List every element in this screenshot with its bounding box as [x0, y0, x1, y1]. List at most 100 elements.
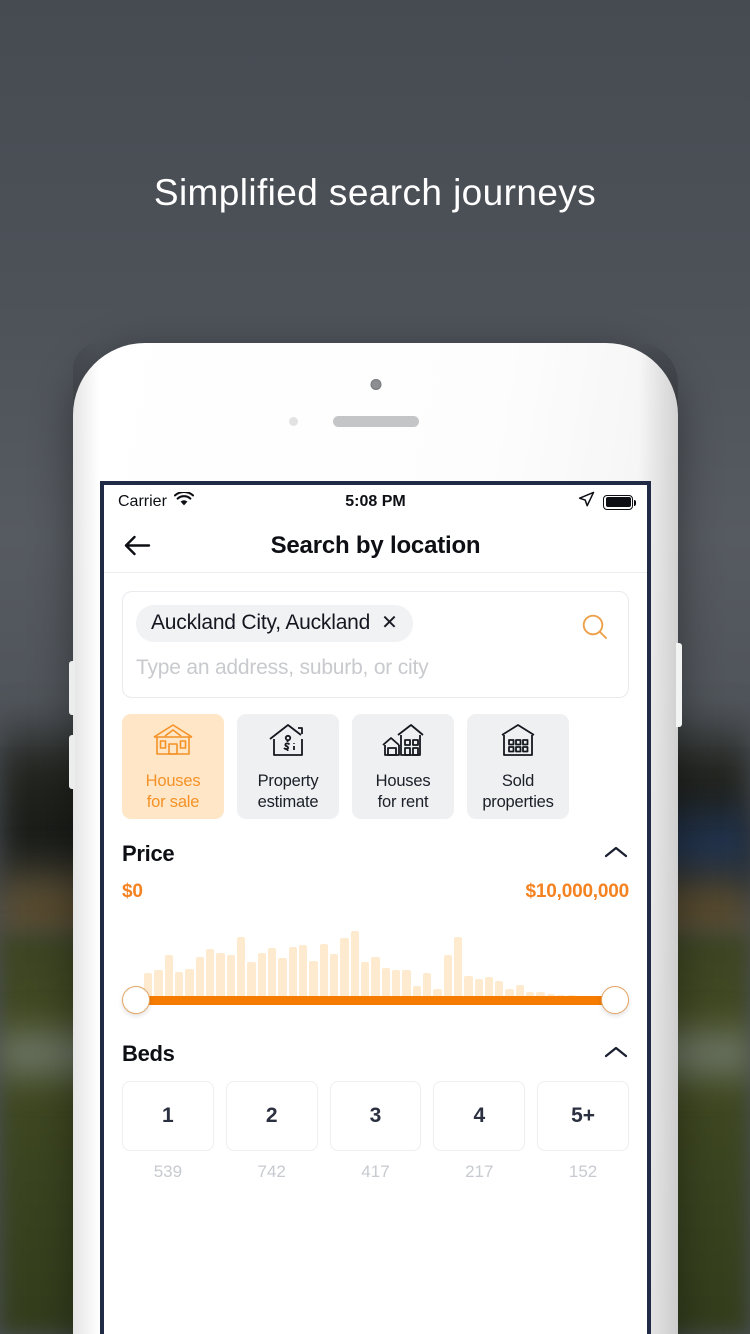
price-range-slider[interactable]	[122, 927, 629, 1019]
beds-section-title: Beds	[122, 1041, 175, 1066]
histogram-bar	[371, 956, 380, 997]
search-section: Auckland City, Auckland ✕ Type an addres…	[104, 573, 647, 698]
slider-handle-min[interactable]	[122, 986, 150, 1014]
histogram-bar	[474, 978, 483, 997]
beds-option-label[interactable]: 3	[329, 1081, 422, 1151]
phone-edge-left	[73, 343, 99, 1334]
histogram-bar	[236, 936, 246, 997]
histogram-bar	[453, 936, 463, 997]
histogram-bar	[226, 954, 235, 997]
histogram-bar	[247, 962, 256, 997]
price-min-label: $0	[122, 881, 143, 902]
price-max-label: $10,000,000	[525, 881, 630, 902]
chevron-up-icon[interactable]	[603, 1044, 629, 1065]
histogram-bar	[350, 931, 359, 997]
beds-options: 1 539 2 742 3 417 4 217 5+ 152	[122, 1081, 629, 1182]
close-icon[interactable]: ✕	[381, 613, 398, 633]
histogram-bar	[267, 947, 277, 997]
beds-option-5plus[interactable]: 5+ 152	[537, 1081, 629, 1182]
beds-option-count: 417	[361, 1162, 390, 1181]
histogram-bar	[484, 976, 494, 997]
histogram-bar	[195, 956, 204, 997]
beds-option-count: 742	[257, 1162, 286, 1181]
search-icon[interactable]	[580, 612, 610, 647]
house-dollar-icon	[264, 721, 312, 764]
beds-option-4[interactable]: 4 217	[433, 1081, 526, 1182]
beds-option-label[interactable]: 4	[433, 1081, 526, 1151]
histogram-bar	[298, 944, 308, 997]
location-chip[interactable]: Auckland City, Auckland ✕	[136, 605, 413, 642]
beds-option-label[interactable]: 2	[225, 1081, 318, 1151]
house-for-sale-icon	[149, 721, 197, 764]
battery-full-icon	[603, 494, 636, 510]
histogram-bar	[381, 967, 390, 997]
carrier-label: Carrier	[118, 493, 167, 510]
beds-section: Beds 1 539 2 742 3 417 4 217 5+ 152	[104, 1019, 647, 1182]
earpiece-speaker	[332, 416, 419, 427]
histogram-bar	[205, 949, 215, 997]
histogram-bar	[278, 957, 287, 997]
volume-down-button[interactable]	[69, 735, 75, 789]
phone-screen: Carrier 5:08 PM Search by location Auckl…	[100, 481, 651, 1334]
price-histogram	[144, 931, 607, 997]
histogram-bar	[216, 953, 225, 997]
chevron-up-icon[interactable]	[603, 844, 629, 865]
histogram-bar	[185, 968, 194, 997]
histogram-bar	[329, 953, 339, 997]
price-section: Price $0 $10,000,000	[104, 819, 647, 1019]
histogram-bar	[391, 969, 401, 997]
histogram-bar	[164, 954, 173, 997]
histogram-bar	[174, 972, 184, 997]
page-title: Search by location	[270, 531, 481, 559]
histogram-bar	[495, 980, 504, 997]
histogram-bar	[288, 946, 297, 997]
histogram-bar	[340, 938, 349, 997]
histogram-bar	[154, 969, 163, 997]
status-bar: Carrier 5:08 PM	[104, 485, 647, 519]
category-card-property-estimate[interactable]: Property estimate	[237, 714, 339, 819]
histogram-bar	[443, 954, 452, 997]
house-for-rent-icon	[379, 721, 427, 764]
beds-option-count: 217	[465, 1162, 494, 1181]
category-card-label: Houses for rent	[375, 772, 431, 811]
back-button[interactable]	[120, 529, 154, 563]
slider-track-fill	[144, 996, 607, 1005]
category-card-label: Houses for sale	[145, 772, 201, 811]
category-card-list[interactable]: Houses for sale Property estimate Houses…	[104, 698, 647, 819]
slider-track[interactable]	[122, 986, 629, 1014]
search-input[interactable]: Auckland City, Auckland ✕ Type an addres…	[122, 591, 629, 698]
beds-option-2[interactable]: 2 742	[225, 1081, 318, 1182]
building-sold-icon	[494, 721, 542, 764]
front-camera-icon	[370, 379, 381, 390]
promo-headline: Simplified search journeys	[153, 172, 597, 213]
price-section-title: Price	[122, 841, 175, 866]
category-card-houses-for-rent[interactable]: Houses for rent	[352, 714, 454, 819]
beds-option-label[interactable]: 1	[122, 1081, 214, 1151]
volume-up-button[interactable]	[69, 661, 75, 715]
beds-option-count: 152	[568, 1162, 598, 1181]
category-card-houses-for-sale[interactable]: Houses for sale	[122, 714, 224, 819]
category-card-sold-properties[interactable]: Sold properties	[467, 714, 569, 819]
histogram-bar	[422, 973, 432, 997]
navigation-bar: Search by location	[104, 519, 647, 573]
status-time: 5:08 PM	[345, 493, 406, 510]
slider-handle-max[interactable]	[601, 986, 629, 1014]
proximity-sensor	[289, 417, 298, 426]
histogram-bar	[402, 970, 411, 997]
location-arrow-icon	[578, 491, 595, 513]
location-chip-label: Auckland City, Auckland	[151, 611, 371, 634]
beds-option-3[interactable]: 3 417	[329, 1081, 422, 1182]
histogram-bar	[464, 975, 473, 997]
beds-option-1[interactable]: 1 539	[122, 1081, 214, 1182]
power-button[interactable]	[676, 643, 682, 727]
histogram-bar	[309, 961, 318, 997]
beds-option-count: 539	[153, 1162, 183, 1181]
histogram-bar	[257, 953, 266, 997]
phone-mockup: Carrier 5:08 PM Search by location Auckl…	[69, 343, 682, 1334]
search-placeholder: Type an address, suburb, or city	[136, 656, 429, 679]
beds-option-label[interactable]: 5+	[537, 1081, 629, 1151]
histogram-bar	[319, 943, 328, 997]
category-card-label: Property estimate	[257, 772, 319, 811]
histogram-bar	[360, 962, 370, 997]
category-card-label: Sold properties	[482, 772, 554, 811]
